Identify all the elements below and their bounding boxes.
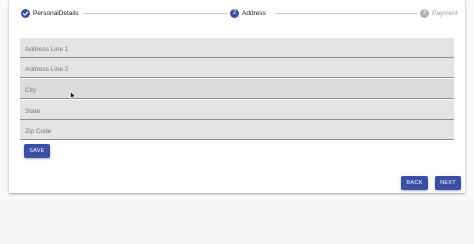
step-connector [83, 13, 228, 14]
step-number-badge: 3 [420, 8, 429, 18]
step-number-badge: 2 [230, 8, 239, 18]
back-button[interactable]: BACK [401, 176, 428, 190]
address-line-2-input[interactable] [20, 59, 454, 78]
city-input[interactable] [20, 80, 454, 99]
step-address[interactable]: 2 Address [230, 8, 266, 18]
check-circle-icon [21, 8, 30, 18]
next-button[interactable]: NEXT [435, 176, 461, 190]
stepper: PersonalDetails 2 Address 3 Payment [9, 0, 465, 26]
step-personal-details[interactable]: PersonalDetails [21, 8, 79, 18]
zip-code-field[interactable] [20, 120, 454, 140]
save-button[interactable]: SAVE [24, 144, 50, 158]
address-line-1-field[interactable] [20, 38, 454, 58]
page-background-lower [0, 200, 474, 244]
address-line-2-field[interactable] [20, 58, 454, 78]
mouse-pointer-icon [70, 87, 76, 105]
stepper-card: PersonalDetails 2 Address 3 Payment SAVE… [9, 0, 465, 193]
address-line-1-input[interactable] [20, 39, 454, 58]
step-label-personal-details: PersonalDetails [33, 9, 79, 17]
step-payment[interactable]: 3 Payment [420, 8, 458, 18]
city-field[interactable] [20, 79, 454, 99]
zip-code-input[interactable] [20, 121, 454, 140]
step-label-payment: Payment [432, 9, 458, 17]
step-label-address: Address [242, 9, 266, 17]
state-field[interactable] [20, 100, 454, 120]
step-connector [275, 13, 418, 14]
state-input[interactable] [20, 101, 454, 120]
